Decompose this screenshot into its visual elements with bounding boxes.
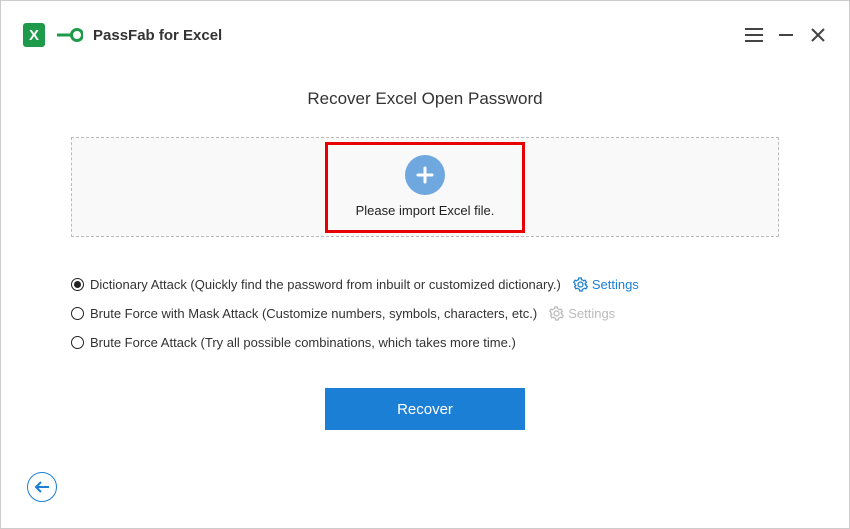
app-window: X PassFab for Excel <box>0 0 850 529</box>
page-title: Recover Excel Open Password <box>307 89 542 109</box>
radio-brute[interactable] <box>71 336 84 349</box>
window-controls <box>745 26 827 44</box>
gear-icon <box>573 277 588 292</box>
file-dropzone[interactable]: Please import Excel file. <box>71 137 779 237</box>
option-label: Brute Force Attack (Try all possible com… <box>90 335 516 350</box>
minimize-button[interactable] <box>777 26 795 44</box>
import-label: Please import Excel file. <box>356 203 495 218</box>
main-content: Recover Excel Open Password Please impor… <box>1 61 849 528</box>
arrow-left-icon <box>34 480 50 494</box>
option-label: Brute Force with Mask Attack (Customize … <box>90 306 537 321</box>
import-plus-button[interactable] <box>405 155 445 195</box>
option-mask-attack[interactable]: Brute Force with Mask Attack (Customize … <box>71 306 779 321</box>
close-icon <box>810 27 826 43</box>
hamburger-icon <box>745 28 763 42</box>
gear-icon <box>549 306 564 321</box>
plus-icon <box>415 165 435 185</box>
attack-options: Dictionary Attack (Quickly find the pass… <box>71 277 779 350</box>
back-button[interactable] <box>27 472 57 502</box>
svg-text:X: X <box>29 27 39 44</box>
settings-label: Settings <box>592 277 639 292</box>
settings-label: Settings <box>568 306 615 321</box>
option-dictionary-attack[interactable]: Dictionary Attack (Quickly find the pass… <box>71 277 779 292</box>
titlebar: X PassFab for Excel <box>1 1 849 61</box>
menu-button[interactable] <box>745 26 763 44</box>
brand: X PassFab for Excel <box>23 21 222 49</box>
key-icon <box>57 26 83 44</box>
minimize-icon <box>778 27 794 43</box>
option-brute-force[interactable]: Brute Force Attack (Try all possible com… <box>71 335 779 350</box>
radio-mask[interactable] <box>71 307 84 320</box>
option-label: Dictionary Attack (Quickly find the pass… <box>90 277 561 292</box>
app-title: PassFab for Excel <box>93 27 222 44</box>
import-box[interactable]: Please import Excel file. <box>325 142 526 233</box>
settings-dictionary[interactable]: Settings <box>573 277 639 292</box>
close-button[interactable] <box>809 26 827 44</box>
recover-button[interactable]: Recover <box>325 388 525 430</box>
settings-mask: Settings <box>549 306 615 321</box>
radio-dictionary[interactable] <box>71 278 84 291</box>
excel-icon: X <box>23 21 51 49</box>
